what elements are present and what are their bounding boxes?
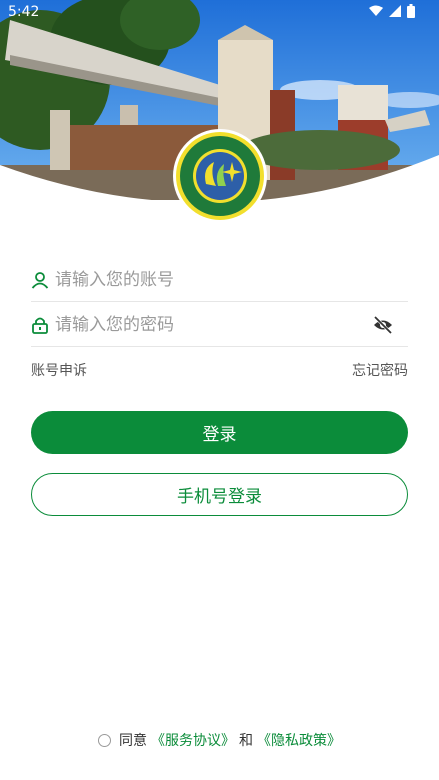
phone-login-button[interactable]: 手机号登录 <box>31 473 408 516</box>
password-input[interactable] <box>55 314 372 335</box>
lock-icon <box>32 317 48 334</box>
account-appeal-link[interactable]: 账号申诉 <box>31 360 87 380</box>
auxiliary-links: 账号申诉 忘记密码 <box>31 360 408 380</box>
battery-icon <box>407 4 415 18</box>
account-input[interactable] <box>55 269 408 290</box>
university-logo <box>172 128 268 224</box>
status-bar: 5:42 <box>0 0 439 24</box>
service-agreement-link[interactable]: 《服务协议》 <box>151 730 235 750</box>
password-field-row <box>31 303 408 347</box>
agree-radio[interactable] <box>98 733 111 747</box>
user-icon <box>31 271 49 289</box>
signal-icon <box>389 5 401 17</box>
privacy-policy-link[interactable]: 《隐私政策》 <box>257 730 341 750</box>
wifi-icon <box>369 5 383 16</box>
agree-prefix: 同意 <box>119 733 147 749</box>
account-field-row <box>31 258 408 302</box>
agreement-row: 同意 《服务协议》 和 《隐私政策》 <box>0 730 439 750</box>
login-button[interactable]: 登录 <box>31 411 408 454</box>
forgot-password-link[interactable]: 忘记密码 <box>352 360 408 380</box>
eye-off-icon[interactable] <box>372 314 394 336</box>
agree-and: 和 <box>239 733 253 749</box>
status-icons <box>369 4 415 18</box>
status-time: 5:42 <box>8 4 40 20</box>
